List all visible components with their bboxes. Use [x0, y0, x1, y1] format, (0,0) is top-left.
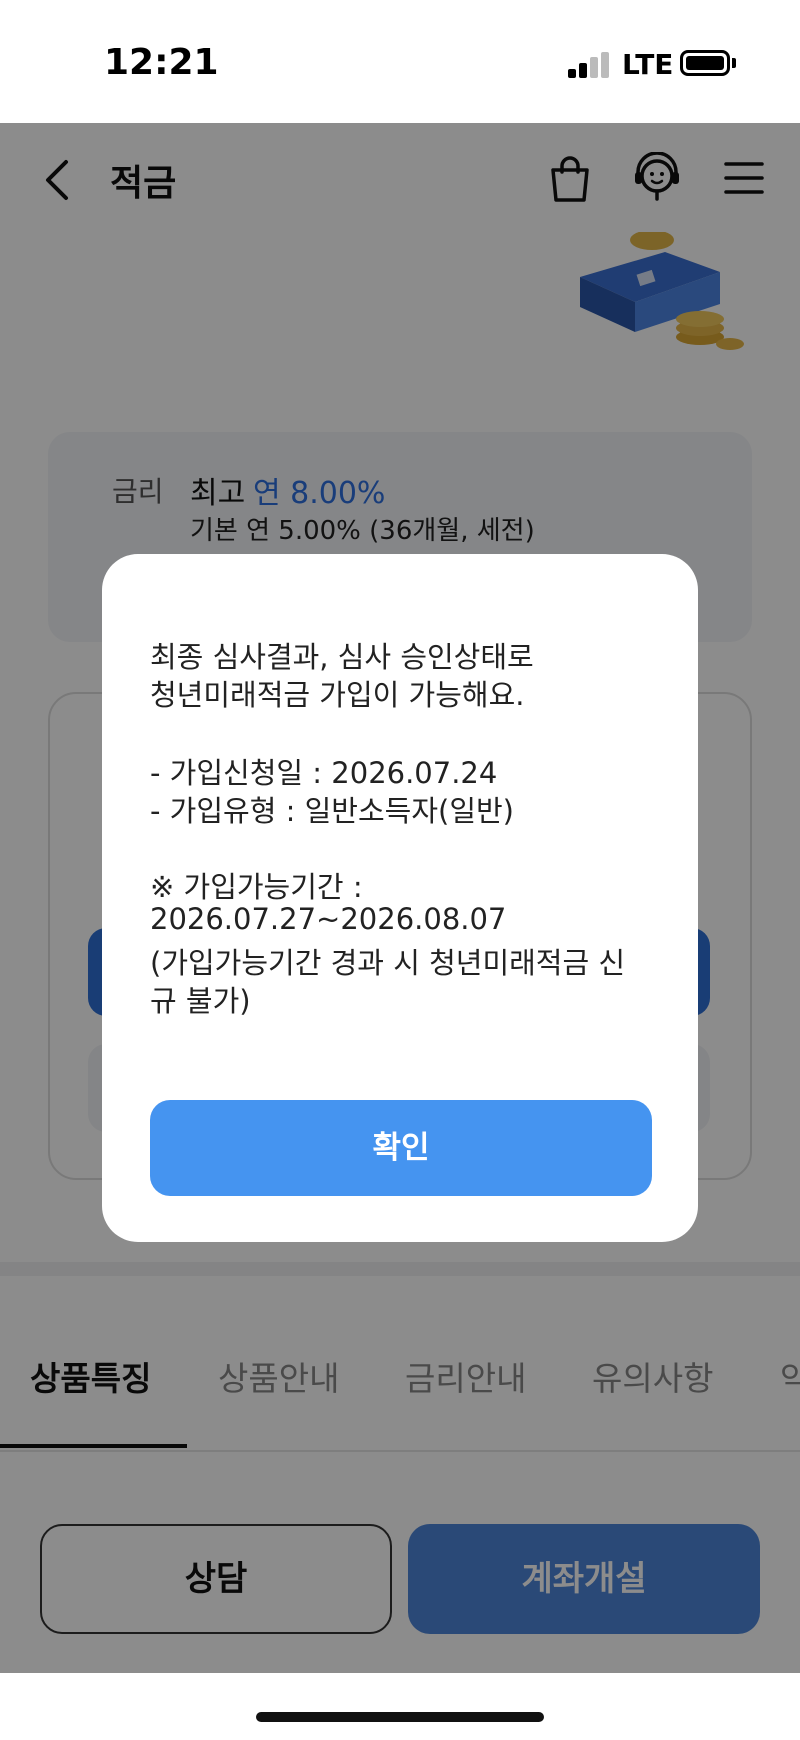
home-indicator[interactable]	[256, 1712, 544, 1722]
confirm-button[interactable]: 확인	[150, 1100, 652, 1196]
dialog-period-label: ※ 가입가능기간 :	[150, 870, 363, 904]
home-indicator-area	[0, 1673, 800, 1740]
battery-tip	[732, 58, 736, 68]
cellular-signal-icon	[568, 52, 610, 78]
dialog-line-1: 최종 심사결과, 심사 승인상태로	[150, 640, 534, 674]
dialog-period-range: 2026.07.27~2026.08.07	[150, 902, 507, 936]
result-dialog: 최종 심사결과, 심사 승인상태로 청년미래적금 가입이 가능해요. - 가입신…	[102, 554, 698, 1242]
confirm-button-label: 확인	[372, 1130, 430, 1166]
dialog-note-line-2: 규 불가)	[150, 984, 251, 1018]
dialog-apply-date: - 가입신청일 : 2026.07.24	[150, 756, 498, 790]
battery-icon	[680, 50, 730, 76]
dialog-note-line-1: (가입가능기간 경과 시 청년미래적금 신	[150, 946, 626, 980]
dialog-line-2: 청년미래적금 가입이 가능해요.	[150, 678, 525, 712]
network-type: LTE	[622, 48, 674, 81]
battery-level	[686, 56, 724, 70]
dialog-apply-type: - 가입유형 : 일반소득자(일반)	[150, 794, 514, 828]
status-time: 12:21	[104, 42, 219, 83]
